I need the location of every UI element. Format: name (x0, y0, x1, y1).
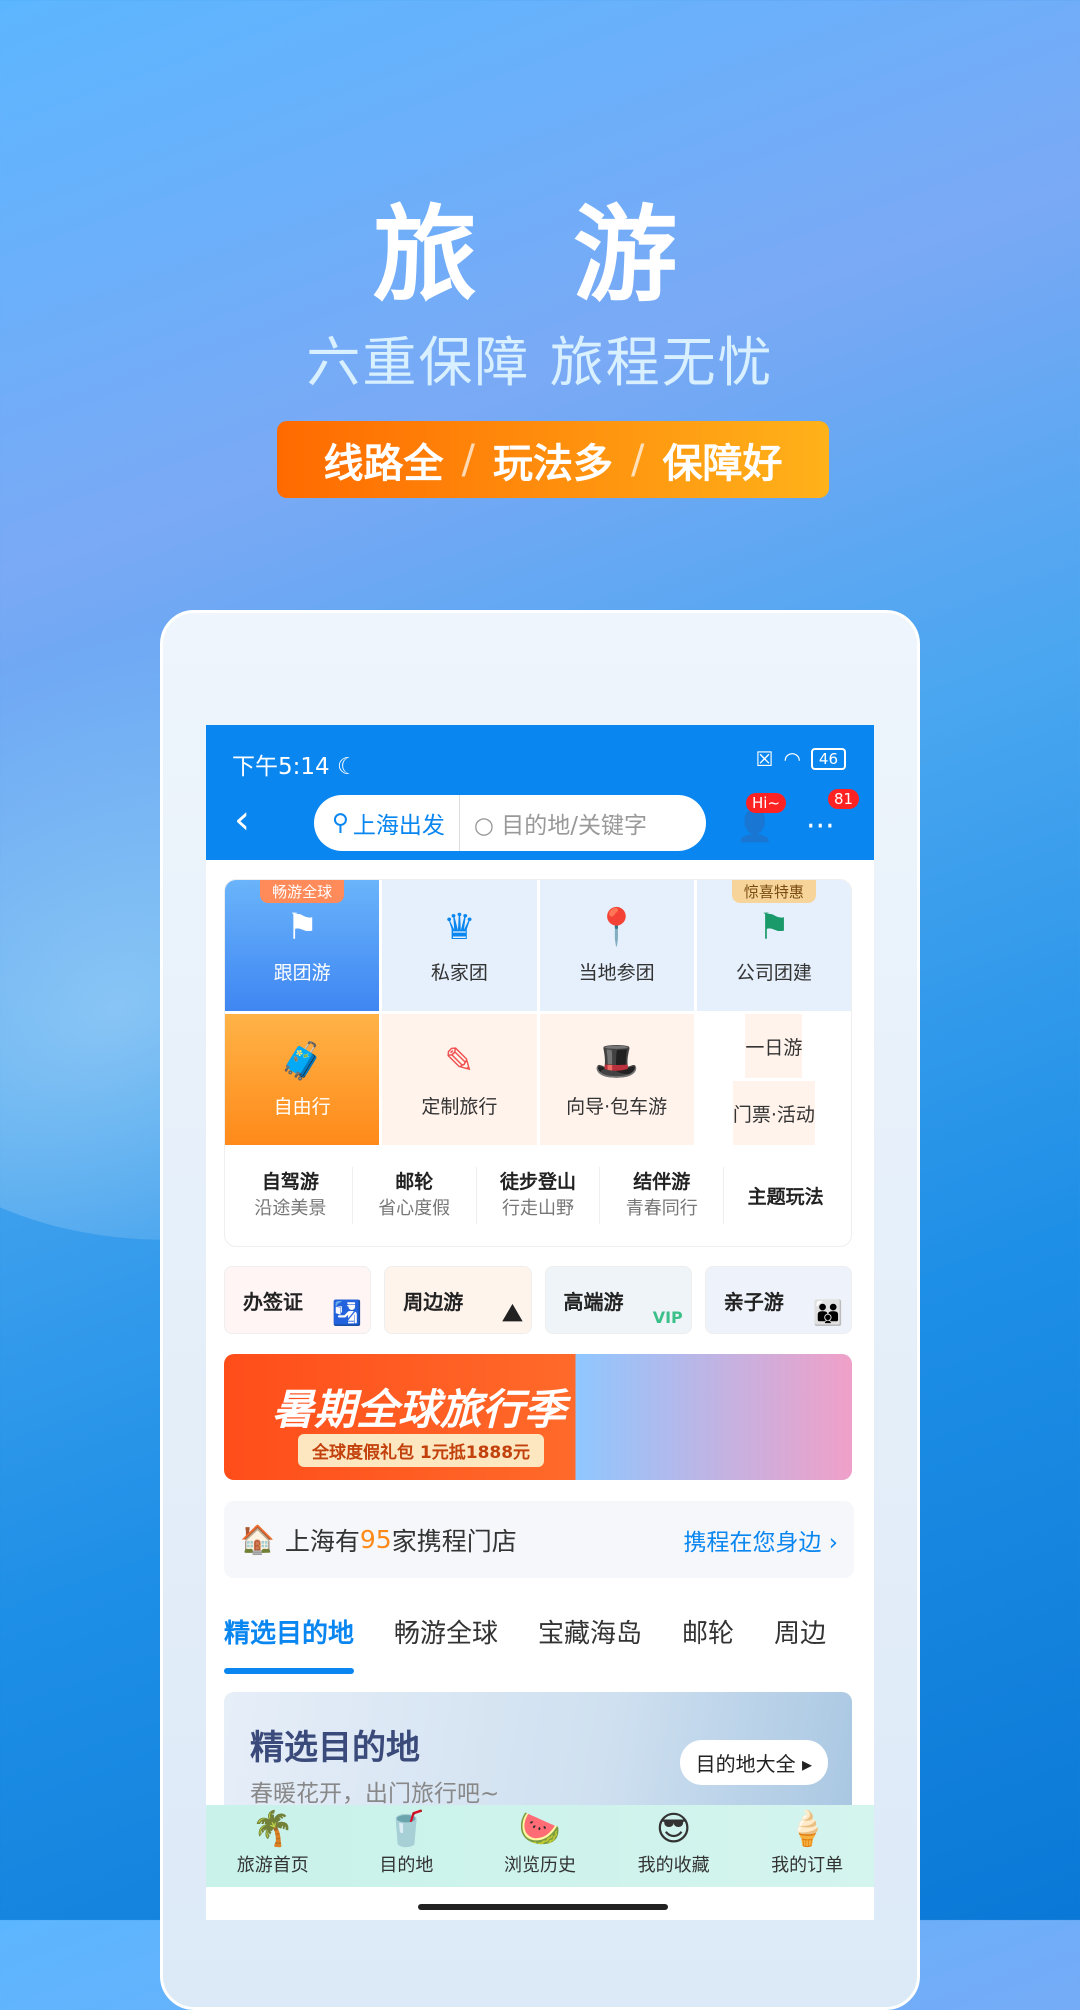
app-screen: 下午5:14 ☾ ☒ ◠ 46 ‹ ⚲ 上海出发 ○ 目的地/关键字 👤 Hi~ ···… (206, 725, 874, 1920)
tab-cruise[interactable]: 邮轮 (682, 1613, 734, 1650)
search-input[interactable]: ○ 目的地/关键字 (460, 806, 647, 840)
banner-subtitle: 全球度假礼包 1元抵1888元 (298, 1434, 545, 1467)
chat-person-icon: 👤 (736, 809, 774, 844)
status-time: 下午5:14 ☾ (232, 754, 358, 780)
location-pin-icon: ⚲ (332, 810, 349, 836)
banner-title: 暑期全球旅行季 (272, 1385, 567, 1434)
shortcut-visa[interactable]: 办签证 🛂 (224, 1266, 372, 1334)
tab-islands[interactable]: 宝藏海岛 (538, 1613, 642, 1650)
ice-cream-icon: 🍦 (786, 1809, 829, 1849)
drink-jar-icon: 🥤 (385, 1809, 428, 1849)
tag-badge: 畅游全球 (260, 880, 345, 903)
map-pin-icon: 📍 (594, 907, 640, 948)
category-tickets-activities[interactable]: 门票·活动 (732, 1081, 815, 1145)
flag-icon: ⚑ (757, 906, 791, 948)
promo-banner[interactable]: 暑期全球旅行季 全球度假礼包 1元抵1888元 (224, 1354, 852, 1480)
tab-nearby[interactable]: 周边 (774, 1613, 826, 1650)
more-button[interactable]: ··· 81 (806, 789, 860, 844)
nav-home[interactable]: 🌴 旅游首页 (206, 1805, 340, 1887)
family-icon: 👪 (813, 1299, 843, 1327)
category-group-tour[interactable]: 畅游全球 ⚑ 跟团游 (225, 880, 380, 1011)
shortcut-nearby[interactable]: 周边游 ⛰ (384, 1266, 532, 1334)
promo-title: 旅 游 (372, 194, 708, 316)
card-subtitle: 春暖花开，出门旅行吧~ (250, 1781, 500, 1807)
shortcut-row: 办签证 🛂 周边游 ⛰ 高端游 VIP 亲子游 👪 (224, 1266, 852, 1334)
promo-pill: 线路全 / 玩法多 / 保障好 (277, 421, 829, 498)
battery-icon: 46 (810, 748, 846, 770)
search-bar[interactable]: ⚲ 上海出发 ○ 目的地/关键字 (314, 795, 706, 851)
theme-companion[interactable]: 结伴游 青春同行 (600, 1167, 725, 1224)
theme-self-drive[interactable]: 自驾游 沿途美景 (229, 1167, 353, 1224)
crown-icon: ♛ (443, 906, 476, 948)
category-team-building[interactable]: 惊喜特惠 ⚑ 公司团建 (696, 880, 851, 1011)
category-grid: 畅游全球 ⚑ 跟团游 ♛ 私家团 📍 当地参团 惊喜特惠 ⚑ 公司团建 🧳 自由行 ✎ 定制旅行… (224, 879, 852, 1247)
nav-orders[interactable]: 🍦 我的订单 (740, 1805, 874, 1887)
card-title: 精选目的地 (250, 1728, 420, 1768)
shortcut-luxury[interactable]: 高端游 VIP (544, 1266, 692, 1334)
customer-service-button[interactable]: 👤 Hi~ (736, 793, 787, 844)
watermelon-icon: 🍉 (518, 1809, 562, 1849)
nav-favorites[interactable]: 😎 我的收藏 (607, 1805, 741, 1887)
promo-subtitle: 六重保障 旅程无忧 (306, 331, 774, 394)
back-button[interactable]: ‹ (234, 800, 250, 840)
category-custom-travel[interactable]: ✎ 定制旅行 (382, 1014, 537, 1145)
pill-item: 玩法多 (493, 440, 613, 487)
hi-badge: Hi~ (746, 793, 787, 813)
notification-badge: 81 (828, 789, 860, 809)
passport-icon: 🛂 (332, 1299, 363, 1327)
mountain-icon: ⛰ (502, 1299, 523, 1327)
nav-destinations[interactable]: 🥤 目的地 (340, 1805, 474, 1887)
guide-hat-icon: 🎩 (594, 1041, 640, 1082)
location-selector[interactable]: ⚲ 上海出发 (314, 795, 460, 851)
bottom-nav: 🌴 旅游首页 🥤 目的地 🍉 浏览历史 😎 我的收藏 🍦 我的订单 (206, 1805, 874, 1887)
status-icons: ☒ ◠ 46 (756, 747, 846, 771)
destination-tabs: 精选目的地 畅游全球 宝藏海岛 邮轮 周边 (224, 1613, 826, 1674)
store-icon: 🏠 (240, 1523, 275, 1556)
tab-global[interactable]: 畅游全球 (394, 1613, 498, 1650)
category-free-travel[interactable]: 🧳 自由行 (225, 1014, 380, 1145)
theme-cruise[interactable]: 邮轮 省心度假 (353, 1167, 477, 1224)
pencil-ruler-icon: ✎ (444, 1040, 475, 1082)
vip-icon: VIP (652, 1308, 683, 1327)
theme-hiking[interactable]: 徒步登山 行走山野 (477, 1167, 601, 1224)
suitcase-icon: 🧳 (279, 1041, 325, 1082)
theme-more[interactable]: 主题玩法 (724, 1167, 847, 1224)
search-icon: ○ (473, 813, 494, 839)
category-private-tour[interactable]: ♛ 私家团 (382, 880, 537, 1011)
category-local-tour[interactable]: 📍 当地参团 (539, 880, 694, 1011)
flag-icon: ⚑ (285, 906, 319, 948)
shortcut-family[interactable]: 亲子游 👪 (704, 1266, 852, 1334)
pill-item: 保障好 (662, 440, 783, 487)
palm-tree-icon: 🌴 (251, 1809, 294, 1849)
nav-history[interactable]: 🍉 浏览历史 (473, 1805, 607, 1887)
store-link[interactable]: 携程在您身边 › (683, 1523, 838, 1557)
more-icon: ··· (806, 809, 835, 844)
moon-icon: ☾ (336, 754, 358, 780)
tab-featured[interactable]: 精选目的地 (224, 1613, 355, 1674)
header: 下午5:14 ☾ ☒ ◠ 46 ‹ ⚲ 上海出发 ○ 目的地/关键字 👤 Hi~ ···… (206, 725, 874, 860)
wifi-icon: ◠ (783, 747, 801, 771)
category-guide-charter[interactable]: 🎩 向导·包车游 (539, 1014, 694, 1145)
home-indicator[interactable] (418, 1904, 668, 1910)
pill-item: 线路全 (323, 440, 444, 487)
sunglasses-icon: 😎 (655, 1809, 692, 1849)
all-destinations-button[interactable]: 目的地大全 ▸ (679, 1740, 828, 1785)
sim-icon: ☒ (755, 747, 774, 771)
store-locator[interactable]: 🏠 上海有 95 家携程门店 携程在您身边 › (224, 1501, 854, 1578)
tag-badge: 惊喜特惠 (731, 880, 816, 903)
category-day-tour[interactable]: 一日游 (745, 1014, 803, 1078)
